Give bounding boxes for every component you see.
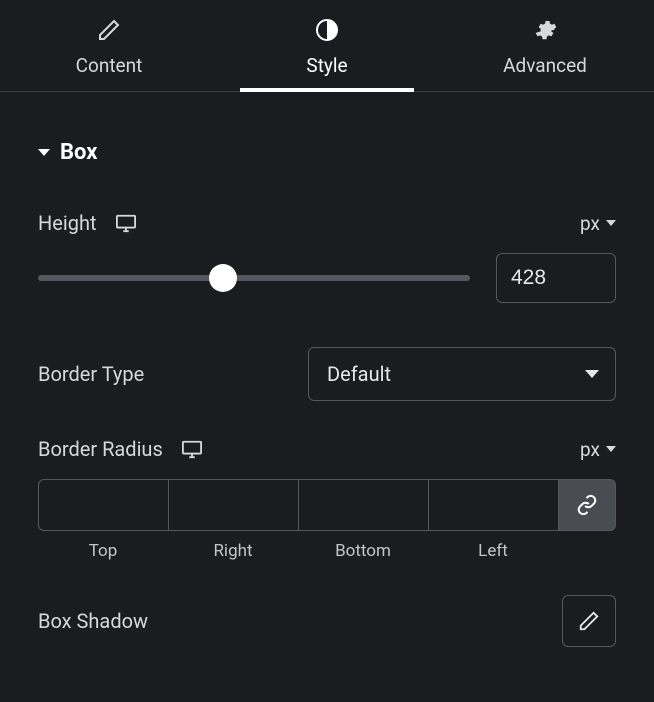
height-unit-select[interactable]: px [580, 212, 616, 235]
radius-top-cell [38, 479, 168, 531]
tab-style[interactable]: Style [218, 0, 436, 91]
contrast-icon [315, 18, 339, 42]
radius-label-bottom: Bottom [298, 541, 428, 561]
border-radius-row: Border Radius px [38, 437, 616, 461]
chevron-down-icon [606, 220, 616, 226]
radius-label-left: Left [428, 541, 558, 561]
box-shadow-row: Box Shadow [38, 595, 616, 647]
height-unit: px [580, 212, 600, 235]
border-radius-unit-select[interactable]: px [580, 438, 616, 461]
section-header-box[interactable]: Box [38, 140, 616, 165]
pencil-icon [97, 18, 121, 42]
panel: Box Height px Border Type Default Border… [0, 92, 654, 677]
caret-down-icon [38, 149, 50, 156]
desktop-icon[interactable] [181, 439, 203, 459]
border-type-label: Border Type [38, 362, 144, 386]
border-radius-unit: px [580, 438, 600, 461]
border-radius-label-group: Border Radius [38, 437, 203, 461]
link-icon [576, 494, 598, 516]
spacer [558, 541, 616, 561]
height-value-input[interactable] [496, 253, 616, 303]
height-row: Height px [38, 211, 616, 235]
radius-left-cell [428, 479, 558, 531]
desktop-icon[interactable] [115, 213, 137, 233]
link-values-button[interactable] [558, 479, 616, 531]
height-slider-thumb[interactable] [209, 264, 237, 292]
radius-right-cell [168, 479, 298, 531]
gear-icon [533, 18, 557, 42]
tab-advanced[interactable]: Advanced [436, 0, 654, 91]
tabs: Content Style Advanced [0, 0, 654, 92]
radius-bottom-cell [298, 479, 428, 531]
radius-label-right: Right [168, 541, 298, 561]
radius-right-input[interactable] [169, 480, 298, 530]
chevron-down-icon [585, 370, 599, 378]
border-type-row: Border Type Default [38, 347, 616, 401]
border-type-select[interactable]: Default [308, 347, 616, 401]
border-type-value: Default [327, 362, 391, 386]
border-radius-inputs [38, 479, 616, 531]
radius-top-input[interactable] [39, 480, 168, 530]
border-radius-side-labels: Top Right Bottom Left [38, 541, 616, 561]
tab-style-label: Style [306, 54, 347, 77]
section-title: Box [60, 140, 97, 165]
chevron-down-icon [606, 446, 616, 452]
tab-advanced-label: Advanced [503, 54, 587, 77]
height-slider-row [38, 253, 616, 303]
box-shadow-edit-button[interactable] [562, 595, 616, 647]
box-shadow-label: Box Shadow [38, 609, 148, 633]
tab-content[interactable]: Content [0, 0, 218, 91]
radius-label-top: Top [38, 541, 168, 561]
radius-left-input[interactable] [429, 480, 558, 530]
height-label: Height [38, 211, 97, 235]
tab-content-label: Content [76, 54, 143, 77]
height-slider[interactable] [38, 275, 470, 281]
pencil-icon [578, 610, 600, 632]
radius-bottom-input[interactable] [299, 480, 428, 530]
border-radius-label: Border Radius [38, 437, 163, 461]
height-label-group: Height [38, 211, 137, 235]
